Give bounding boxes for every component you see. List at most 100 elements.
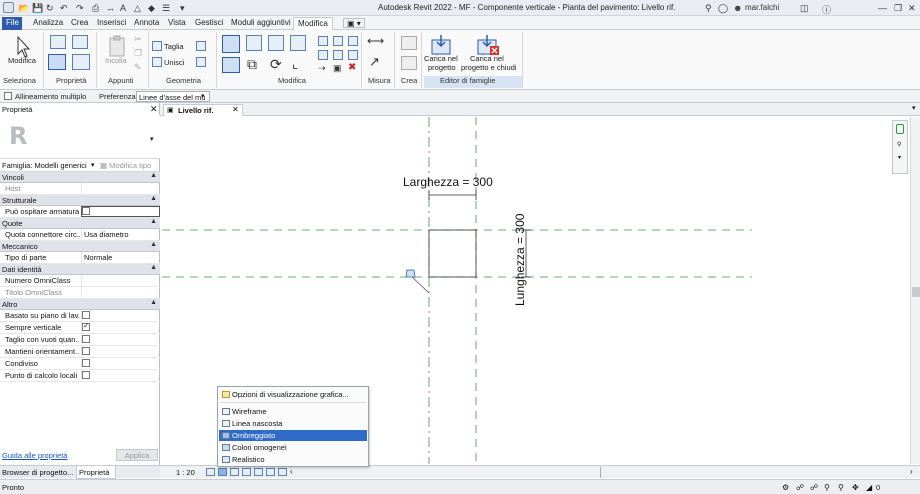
pipe-connector-icon[interactable] (405, 269, 416, 278)
section-strutturale[interactable]: Strutturale ▲ (0, 195, 160, 206)
puo-ospitare-checkbox[interactable] (82, 207, 90, 215)
vertical-scrollbar[interactable] (910, 117, 920, 464)
save-icon[interactable]: 💾 (32, 3, 43, 14)
view-tab-livello[interactable]: ▣ Livello rif. ✕ (163, 104, 243, 116)
condiviso-checkbox[interactable] (82, 359, 90, 367)
help-icon[interactable]: ⓘ (822, 3, 831, 16)
select-by-face-icon[interactable]: ⚲ (838, 483, 844, 492)
print-icon[interactable]: ⎙ (92, 3, 99, 14)
scroll-right-icon[interactable]: › (910, 467, 913, 476)
carica-label-1[interactable]: Carica nel (424, 54, 458, 63)
offset-icon[interactable] (246, 35, 262, 51)
tab-analizza[interactable]: Analizza (29, 17, 67, 30)
trim-multiple-icon[interactable] (333, 36, 343, 46)
taglia-label[interactable]: Taglia (164, 42, 184, 51)
group-icon[interactable]: ▣ (333, 63, 342, 74)
unpin-icon[interactable] (348, 50, 358, 60)
family-category-icon[interactable] (50, 35, 66, 49)
measure-distance-icon[interactable]: ⟷ (367, 34, 384, 48)
binoculars-icon[interactable]: ◯ (718, 3, 728, 14)
copy-icon[interactable]: ❐ (134, 48, 142, 59)
scale-icon[interactable] (318, 50, 328, 60)
section-quote[interactable]: Quote ▲ (0, 218, 160, 229)
pin-icon[interactable] (348, 36, 358, 46)
modifica-button-label[interactable]: Modifica (8, 56, 36, 65)
tab-file[interactable]: File (2, 17, 22, 30)
chevron-down-icon[interactable]: ▾ (150, 135, 154, 143)
redo-icon[interactable]: ↷ (76, 3, 84, 14)
mirror-axis-icon[interactable] (268, 35, 284, 51)
view-scale[interactable]: 1 : 20 (176, 468, 195, 477)
text-icon[interactable]: A (120, 3, 126, 13)
create-group-icon[interactable] (401, 36, 417, 50)
taglio-vuoti-checkbox[interactable] (82, 335, 90, 343)
apply-button[interactable]: Applica (116, 449, 158, 461)
tab-project-browser[interactable]: Browser di progetto... (2, 468, 73, 477)
edit-type-button[interactable]: ▦ Modifica tipo (100, 161, 151, 170)
split-icon[interactable] (222, 57, 240, 73)
crop-view-icon[interactable] (254, 468, 263, 476)
close-icon[interactable]: ✕ (150, 104, 158, 115)
undo-icon[interactable]: ↶ (60, 3, 68, 14)
family-types-icon[interactable] (72, 35, 88, 49)
punto-calcolo-checkbox[interactable] (82, 371, 90, 379)
align-icon[interactable] (222, 35, 240, 53)
sync-icon[interactable]: ↻ (46, 3, 54, 14)
qat-dropdown-icon[interactable]: ▾ (180, 3, 185, 14)
cut-icon[interactable]: ✂ (134, 34, 142, 45)
carica-chiudi-label-2[interactable]: progetto e chiudi (461, 63, 516, 72)
tab-annota[interactable]: Annota (130, 17, 163, 30)
copy-element-icon[interactable]: ⧉ (247, 56, 257, 73)
basato-su-checkbox[interactable] (82, 311, 90, 319)
section-altro[interactable]: Altro ▲ (0, 299, 160, 310)
tab-properties[interactable]: Proprietà (76, 466, 116, 479)
menu-hidden-line[interactable]: Linea nascosta (219, 418, 367, 429)
ribbon-toggle-icon[interactable]: ▣ ▾ (343, 18, 365, 28)
dimension-icon[interactable]: ↗ (369, 54, 380, 70)
sun-path-icon[interactable] (230, 468, 239, 476)
3d-view-icon[interactable]: △ (134, 3, 141, 14)
menu-graphic-options[interactable]: Opzioni di visualizzazione grafica... (219, 389, 367, 400)
menu-realistic[interactable]: Realistico (219, 454, 367, 465)
temporary-hide-icon[interactable] (266, 468, 275, 476)
join-icon[interactable] (152, 57, 162, 67)
tab-gestisci[interactable]: Gestisci (191, 17, 227, 30)
match-type-icon[interactable]: ✎ (134, 62, 142, 73)
component-outline[interactable] (428, 229, 477, 278)
user-name[interactable]: mar.falchi (745, 3, 779, 12)
length-dimension-text[interactable]: Lunghezza = 300 (513, 196, 527, 306)
array-icon[interactable] (333, 50, 343, 60)
section-dati-identita[interactable]: Dati identità ▲ (0, 264, 160, 275)
tab-crea[interactable]: Crea (67, 17, 92, 30)
tab-moduli-aggiuntivi[interactable]: Moduli aggiuntivi (227, 17, 295, 30)
tab-inserisci[interactable]: Inserisci (93, 17, 130, 30)
section-icon[interactable]: ◆ (148, 3, 155, 14)
family-selector[interactable]: Famiglia: Modelli generici (2, 161, 97, 171)
visual-style-icon[interactable] (218, 468, 227, 476)
tab-vista[interactable]: Vista (164, 17, 190, 30)
section-vincoli[interactable]: Vincoli ▲ (0, 172, 160, 183)
detail-level-icon[interactable] (206, 468, 215, 476)
carica-label-2[interactable]: progetto (428, 63, 456, 72)
carica-chiudi-label-1[interactable]: Carica nel (470, 54, 504, 63)
restore-icon[interactable]: ❐ (894, 3, 902, 14)
rotate-icon[interactable]: ⟳ (270, 56, 282, 73)
help-link[interactable]: Guida alle proprietà (2, 451, 67, 460)
split-face-icon[interactable] (196, 41, 206, 51)
measure-icon[interactable]: ↔ (106, 3, 115, 13)
menu-shaded[interactable]: Ombreggiato (219, 430, 367, 441)
sempre-verticale-checkbox[interactable] (82, 321, 90, 331)
scroll-thumb[interactable] (912, 287, 920, 297)
zoom-icon[interactable]: ⚲ (897, 141, 901, 148)
tabs-menu-icon[interactable]: ▾ (912, 104, 916, 112)
editable-only-icon[interactable]: ⚙ (782, 483, 789, 492)
select-pinned-icon[interactable]: ⚲ (824, 483, 830, 492)
paint-icon[interactable] (196, 57, 206, 67)
user-icon[interactable]: ☻ (733, 3, 742, 13)
properties-icon[interactable] (48, 54, 66, 70)
chevron-down-icon[interactable]: ▾ (91, 161, 95, 169)
extend-icon[interactable]: ⇢ (318, 63, 326, 74)
trim-single-icon[interactable] (318, 36, 328, 46)
multiple-alignment-checkbox[interactable] (4, 92, 12, 100)
reveal-hidden-icon[interactable] (278, 468, 287, 476)
